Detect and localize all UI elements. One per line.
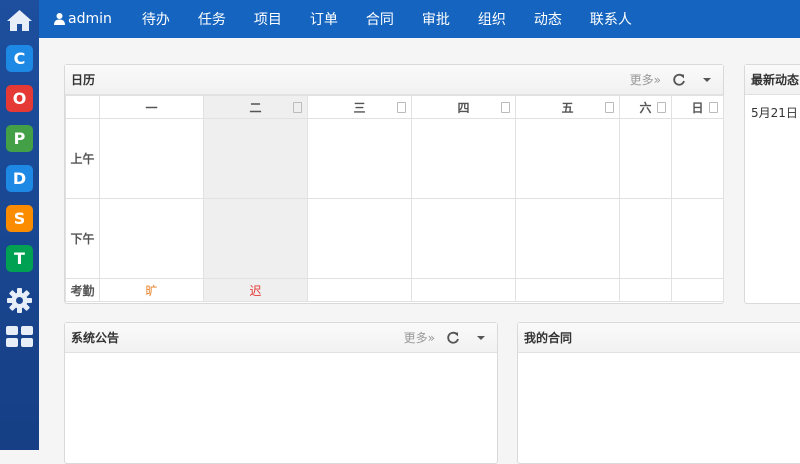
refresh-icon[interactable] — [441, 326, 465, 350]
app-c-glyph: C — [13, 49, 26, 68]
edit-icon[interactable] — [709, 102, 718, 113]
notice-title: 系统公告 — [71, 331, 120, 345]
attendance-cell — [515, 278, 620, 302]
weekday-header: 六 — [619, 95, 672, 119]
calendar-cell[interactable] — [307, 118, 412, 199]
weekday-label: 一 — [145, 100, 158, 115]
calendar-afternoon-row: 下午 — [65, 198, 724, 279]
row-label-morning: 上午 — [65, 118, 100, 199]
app-icon-d[interactable]: D — [6, 165, 33, 192]
notice-more-link[interactable]: 更多» — [404, 329, 435, 346]
notice-header: 系统公告 更多» — [65, 323, 497, 353]
edit-icon[interactable] — [293, 102, 302, 113]
calendar-header: 日历 更多» — [65, 65, 723, 95]
calendar-attendance-row: 考勤 旷 迟 — [65, 278, 724, 302]
attendance-cell — [671, 278, 724, 302]
app-icon-t[interactable]: T — [6, 245, 33, 272]
app-p-glyph: P — [13, 129, 26, 148]
edit-icon[interactable] — [397, 102, 406, 113]
nav-contract[interactable]: 合同 — [366, 9, 394, 29]
nav-todo[interactable]: 待办 — [142, 9, 170, 29]
weekday-header: 一 — [99, 95, 204, 119]
weekday-label: 二 — [249, 100, 262, 115]
weekday-label: 六 — [639, 100, 652, 115]
my-contract-panel: 我的合同 — [517, 322, 800, 464]
user-icon — [54, 13, 65, 25]
app-t-glyph: T — [14, 249, 25, 268]
nav-project[interactable]: 项目 — [254, 9, 282, 29]
calendar-table: 一 二 三 四 五 六 日 上午 下午 考勤 旷 迟 — [65, 95, 724, 302]
app-o-glyph: O — [12, 89, 27, 108]
weekday-header: 三 — [307, 95, 412, 119]
app-icon-s[interactable]: S — [6, 205, 33, 232]
gear-icon[interactable] — [6, 287, 33, 314]
latest-date: 5月21日 — [751, 106, 798, 120]
calendar-cell[interactable] — [515, 118, 620, 199]
calendar-cell[interactable] — [619, 198, 672, 279]
nav-order[interactable]: 订单 — [310, 9, 338, 29]
chevron-down-icon[interactable] — [469, 326, 493, 350]
app-icon-p[interactable]: P — [6, 125, 33, 152]
top-nav: admin 待办 任务 项目 订单 合同 审批 组织 动态 联系人 — [39, 0, 800, 38]
calendar-title: 日历 — [71, 73, 96, 87]
calendar-cell[interactable] — [99, 118, 204, 199]
calendar-morning-row: 上午 — [65, 118, 724, 199]
app-sidebar: C O P D S T — [0, 0, 39, 450]
latest-title: 最新动态 — [751, 73, 800, 87]
contract-header: 我的合同 — [518, 323, 800, 353]
latest-activity-panel: 最新动态 5月21日 — [744, 64, 800, 304]
calendar-corner — [65, 95, 100, 119]
nav-contacts[interactable]: 联系人 — [590, 9, 632, 29]
weekday-label: 日 — [691, 100, 704, 115]
app-d-glyph: D — [12, 169, 27, 188]
user-menu[interactable]: admin — [54, 11, 112, 27]
calendar-panel: 日历 更多» 一 二 三 四 五 六 日 上午 下午 考勤 旷 迟 — [64, 64, 724, 304]
calendar-cell[interactable] — [99, 198, 204, 279]
edit-icon[interactable] — [657, 102, 666, 113]
calendar-more-link[interactable]: 更多» — [630, 71, 661, 88]
nav-task[interactable]: 任务 — [198, 9, 226, 29]
nav-organization[interactable]: 组织 — [478, 9, 506, 29]
calendar-cell[interactable] — [203, 118, 308, 199]
nav-activity[interactable]: 动态 — [534, 9, 562, 29]
contract-title: 我的合同 — [524, 331, 573, 345]
calendar-cell[interactable] — [515, 198, 620, 279]
calendar-cell[interactable] — [307, 198, 412, 279]
attendance-absent[interactable]: 旷 — [99, 278, 204, 302]
weekday-header: 日 — [671, 95, 724, 119]
calendar-weekday-row: 一 二 三 四 五 六 日 — [65, 95, 724, 119]
calendar-cell[interactable] — [411, 198, 516, 279]
chevron-down-icon[interactable] — [695, 68, 719, 92]
weekday-label: 三 — [353, 100, 366, 115]
weekday-header: 五 — [515, 95, 620, 119]
attendance-cell — [411, 278, 516, 302]
app-icon-o[interactable]: O — [6, 85, 33, 112]
weekday-label: 四 — [457, 100, 470, 115]
weekday-header: 四 — [411, 95, 516, 119]
edit-icon[interactable] — [501, 102, 510, 113]
refresh-icon[interactable] — [667, 68, 691, 92]
app-s-glyph: S — [13, 209, 26, 228]
calendar-cell[interactable] — [411, 118, 516, 199]
calendar-cell[interactable] — [671, 118, 724, 199]
calendar-cell[interactable] — [203, 198, 308, 279]
row-label-attendance: 考勤 — [65, 278, 100, 302]
calendar-cell[interactable] — [671, 198, 724, 279]
system-notice-panel: 系统公告 更多» — [64, 322, 498, 464]
calendar-cell[interactable] — [619, 118, 672, 199]
home-icon[interactable] — [6, 8, 33, 32]
user-name: admin — [68, 11, 112, 27]
edit-icon[interactable] — [605, 102, 614, 113]
attendance-cell — [307, 278, 412, 302]
latest-header: 最新动态 — [745, 65, 800, 95]
weekday-header: 二 — [203, 95, 308, 119]
attendance-cell — [619, 278, 672, 302]
row-label-afternoon: 下午 — [65, 198, 100, 279]
app-icon-c[interactable]: C — [6, 45, 33, 72]
attendance-late[interactable]: 迟 — [203, 278, 308, 302]
apps-grid-icon[interactable] — [6, 326, 33, 348]
weekday-label: 五 — [561, 100, 574, 115]
nav-approval[interactable]: 审批 — [422, 9, 450, 29]
